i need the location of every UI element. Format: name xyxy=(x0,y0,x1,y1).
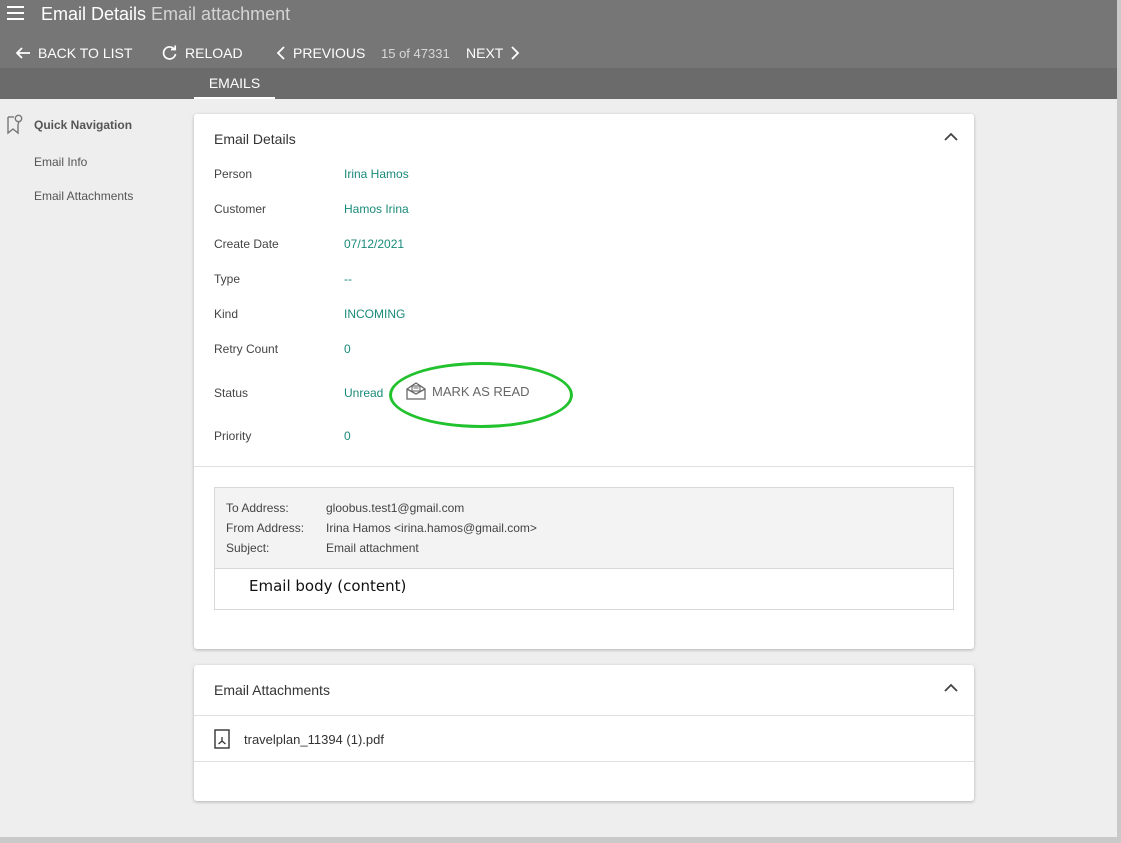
pdf-file-icon xyxy=(214,729,230,749)
person-label: Person xyxy=(214,167,253,181)
subject-label: Subject: xyxy=(226,541,270,555)
email-preview: To Address: gloobus.test1@gmail.com From… xyxy=(214,487,954,610)
page-title-sub: Email attachment xyxy=(151,4,291,24)
reload-label: RELOAD xyxy=(185,45,243,61)
hamburger-menu-icon[interactable] xyxy=(7,6,24,20)
email-header: To Address: gloobus.test1@gmail.com From… xyxy=(215,488,953,569)
section-divider xyxy=(194,466,974,467)
title-row: Email Details Email attachment xyxy=(0,0,1117,30)
next-label: NEXT xyxy=(466,45,504,61)
arrow-left-icon xyxy=(15,47,30,59)
email-body: Email body (content) xyxy=(249,577,407,595)
back-to-list-label: BACK TO LIST xyxy=(38,45,133,61)
kind-value: INCOMING xyxy=(344,307,406,321)
customer-label: Customer xyxy=(214,202,267,216)
from-address-value: Irina Hamos <irina.hamos@gmail.com> xyxy=(326,521,537,535)
person-value[interactable]: Irina Hamos xyxy=(344,167,409,181)
type-label: Type xyxy=(214,272,241,286)
chevron-up-icon[interactable] xyxy=(944,132,958,142)
create-date-label: Create Date xyxy=(214,237,279,251)
to-address-value: gloobus.test1@gmail.com xyxy=(326,501,465,515)
email-details-title: Email Details xyxy=(214,131,296,147)
top-app-bar: Email Details Email attachment BACK TO L… xyxy=(0,0,1117,68)
record-counter: 15 of 47331 xyxy=(381,46,450,61)
reload-button[interactable]: RELOAD xyxy=(161,44,243,62)
active-tab-indicator xyxy=(194,97,275,99)
tab-emails[interactable]: EMAILS xyxy=(194,68,275,99)
chevron-left-icon xyxy=(276,46,285,60)
attachment-name[interactable]: travelplan_11394 (1).pdf xyxy=(244,732,384,747)
page-title-main: Email Details xyxy=(41,4,147,24)
envelope-open-icon xyxy=(406,382,426,400)
email-attachments-card: Email Attachments travelplan_11394 (1).p… xyxy=(194,665,974,801)
action-toolbar: BACK TO LIST RELOAD PREVIOUS 15 of 47331… xyxy=(0,38,1117,68)
tab-emails-label: EMAILS xyxy=(208,75,261,91)
chevron-up-icon[interactable] xyxy=(944,683,958,693)
attachments-divider xyxy=(194,761,974,762)
previous-label: PREVIOUS xyxy=(293,45,366,61)
tab-bar: EMAILS xyxy=(0,68,1117,99)
chevron-right-icon xyxy=(511,46,520,60)
reload-icon xyxy=(162,45,177,60)
back-to-list-button[interactable]: BACK TO LIST xyxy=(15,44,132,62)
type-value: -- xyxy=(344,272,352,286)
bookmark-search-icon xyxy=(7,114,23,135)
mark-as-read-button[interactable]: MARK AS READ xyxy=(406,382,530,400)
sidebar-item-email-info[interactable]: Email Info xyxy=(34,155,87,169)
quick-navigation-title: Quick Navigation xyxy=(34,118,133,132)
email-attachments-title: Email Attachments xyxy=(214,682,330,698)
status-value: Unread xyxy=(344,386,384,400)
priority-label: Priority xyxy=(214,429,252,443)
customer-value[interactable]: Hamos Irina xyxy=(344,202,409,216)
mark-as-read-label: MARK AS READ xyxy=(432,383,530,399)
next-button[interactable]: NEXT xyxy=(466,44,520,62)
priority-value: 0 xyxy=(344,429,351,443)
kind-label: Kind xyxy=(214,307,239,321)
to-address-label: To Address: xyxy=(226,501,289,515)
sidebar-item-email-attachments[interactable]: Email Attachments xyxy=(34,189,133,203)
attachment-item[interactable]: travelplan_11394 (1).pdf xyxy=(194,716,974,762)
page-title: Email Details Email attachment xyxy=(41,4,290,25)
create-date-value: 07/12/2021 xyxy=(344,237,405,251)
email-details-card: Email Details Person Irina Hamos Custome… xyxy=(194,114,974,649)
retry-count-label: Retry Count xyxy=(214,342,279,356)
from-address-label: From Address: xyxy=(226,521,305,535)
retry-count-value: 0 xyxy=(344,342,351,356)
subject-value: Email attachment xyxy=(326,541,419,555)
status-label: Status xyxy=(214,386,249,400)
app-window: Email Details Email attachment BACK TO L… xyxy=(0,0,1117,837)
previous-button[interactable]: PREVIOUS xyxy=(276,44,365,62)
